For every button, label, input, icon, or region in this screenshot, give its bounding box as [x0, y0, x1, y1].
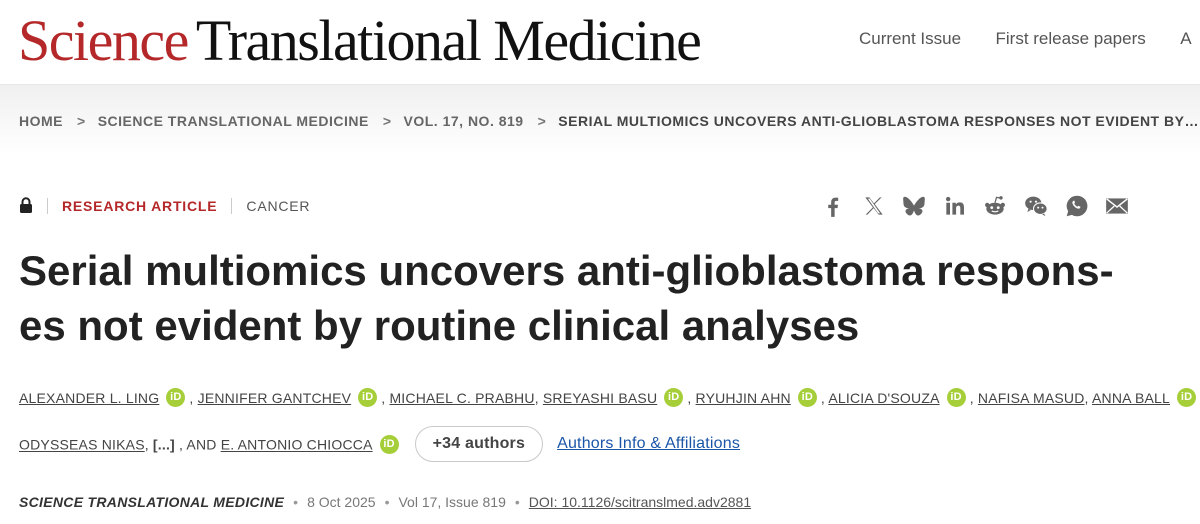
logo-science: Science	[18, 8, 189, 73]
article-type[interactable]: RESEARCH ARTICLE	[62, 198, 217, 214]
article-subject[interactable]: CANCER	[246, 198, 310, 214]
separator-dot: •	[384, 494, 390, 510]
journal-name[interactable]: SCIENCE TRANSLATIONAL MEDICINE	[19, 494, 284, 510]
author-line-2: ODYSSEAS NIKAS, [...] , AND E. ANTONIO C…	[19, 426, 740, 464]
author-link[interactable]: NAFISA MASUD	[978, 390, 1085, 406]
lock-icon	[19, 197, 33, 214]
linkedin-icon[interactable]	[942, 193, 968, 219]
authors-ellipsis[interactable]: [...]	[153, 437, 175, 453]
chevron-right-icon: >	[382, 113, 392, 129]
bluesky-icon[interactable]	[901, 193, 927, 219]
author-link[interactable]: RYUHJIN AHN	[696, 390, 791, 406]
orcid-icon[interactable]: iD	[166, 388, 186, 407]
author-link[interactable]: ALEXANDER L. LING	[19, 390, 159, 406]
volume-issue: Vol 17, Issue 819	[398, 494, 506, 510]
breadcrumb-home[interactable]: HOME	[19, 113, 63, 129]
wechat-icon[interactable]	[1023, 193, 1049, 219]
publication-date: 8 Oct 2025	[307, 494, 376, 510]
nav-first-release-papers[interactable]: First release papers	[996, 29, 1146, 49]
publication-info: SCIENCE TRANSLATIONAL MEDICINE • 8 Oct 202…	[19, 494, 751, 510]
breadcrumb-issue[interactable]: VOL. 17, NO. 819	[404, 113, 524, 129]
top-nav: Current Issue First release papers A	[859, 29, 1192, 49]
orcid-icon[interactable]: iD	[1177, 388, 1197, 407]
logo-journal-name: Translational Medicine	[195, 8, 702, 73]
nav-current-issue[interactable]: Current Issue	[859, 29, 961, 49]
site-header: Science Translational Medicine Current Is…	[0, 0, 1200, 85]
separator-dot: •	[514, 494, 520, 510]
share-toolbar	[820, 193, 1145, 219]
orcid-icon[interactable]: iD	[664, 388, 684, 407]
more-authors-button[interactable]: +34 authors	[414, 426, 544, 462]
breadcrumb: HOME > SCIENCE TRANSLATIONAL MEDICINE > VOL.…	[19, 113, 1199, 129]
author-link[interactable]: MICHAEL C. PRABHU	[389, 390, 534, 406]
divider	[231, 198, 233, 215]
article-title-line-1: Serial multiomics uncovers anti-glioblas…	[19, 247, 1114, 294]
breadcrumb-bar: HOME > SCIENCE TRANSLATIONAL MEDICINE > VOL.…	[0, 85, 1200, 155]
article-meta: RESEARCH ARTICLE CANCER	[19, 197, 310, 215]
author-link[interactable]: E. ANTONIO CHIOCCA	[221, 437, 373, 453]
email-icon[interactable]	[1104, 193, 1130, 219]
chevron-right-icon: >	[77, 113, 86, 129]
whatsapp-icon[interactable]	[1064, 193, 1090, 219]
x-icon[interactable]	[861, 193, 887, 219]
author-link[interactable]: SREYASHI BASU	[543, 390, 657, 406]
breadcrumb-current: SERIAL MULTIOMICS UNCOVERS ANTI-GLIOBLAS…	[558, 113, 1199, 129]
chevron-right-icon: >	[537, 113, 547, 129]
orcid-icon[interactable]: iD	[358, 388, 378, 407]
authors-affiliations-link[interactable]: Authors Info & Affiliations	[557, 435, 740, 452]
breadcrumb-journal[interactable]: SCIENCE TRANSLATIONAL MEDICINE	[98, 113, 369, 129]
article-title: Serial multiomics uncovers anti-glioblas…	[19, 243, 1189, 353]
orcid-icon[interactable]: iD	[946, 388, 966, 407]
authors-and: AND	[186, 436, 217, 453]
author-link[interactable]: ODYSSEAS NIKAS	[19, 437, 145, 453]
separator-dot: •	[293, 494, 299, 510]
journal-logo[interactable]: Science Translational Medicine	[18, 6, 702, 76]
orcid-icon[interactable]: iD	[797, 388, 817, 407]
author-link[interactable]: ANNA BALL	[1092, 390, 1170, 406]
orcid-icon[interactable]: iD	[379, 434, 399, 454]
facebook-icon[interactable]	[820, 193, 846, 219]
reddit-icon[interactable]	[982, 193, 1008, 219]
doi-link[interactable]: DOI: 10.1126/scitranslmed.adv2881	[529, 494, 751, 510]
author-line-1: ALEXANDER L. LING iD , JENNIFER GANTCHEV i…	[19, 388, 1200, 409]
author-link[interactable]: ALICIA D'SOUZA	[828, 390, 939, 406]
divider	[47, 198, 48, 215]
author-link[interactable]: JENNIFER GANTCHEV	[198, 390, 352, 406]
nav-item-truncated[interactable]: A	[1180, 29, 1191, 49]
article-title-line-2: es not evident by routine clinical analy…	[19, 302, 860, 349]
